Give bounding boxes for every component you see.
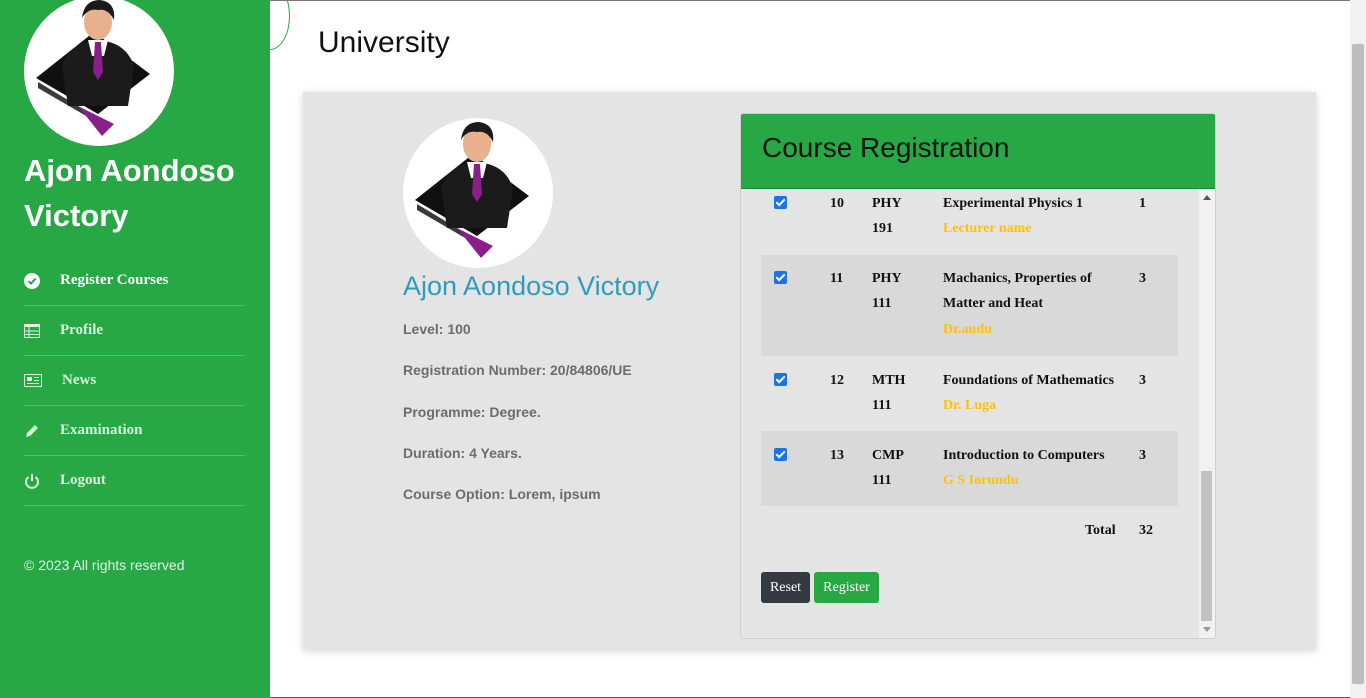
course-number: 13 [830, 448, 844, 463]
profile-course-option: Course Option: Lorem, ipsum [403, 486, 601, 503]
course-row: 11 PHY 111 Machanics, Properties of Matt… [761, 255, 1178, 356]
course-registration-panel: Course Registration 10 PHY 191 Experimen… [740, 113, 1216, 639]
course-registration-title: Course Registration [762, 132, 1010, 163]
total-row: Total 32 [761, 518, 1178, 543]
course-checkbox[interactable] [774, 448, 787, 461]
course-code: CMP [872, 448, 904, 463]
total-value: 32 [1139, 523, 1153, 538]
newspaper-icon [24, 374, 62, 387]
profile-level: Level: 100 [403, 321, 471, 337]
power-icon [24, 473, 60, 489]
scrollbar-thumb[interactable] [1201, 471, 1212, 621]
course-checkbox[interactable] [774, 196, 787, 209]
profile-duration: Duration: 4 Years. [403, 444, 522, 461]
sidebar-item-profile[interactable]: Profile [24, 306, 245, 356]
sidebar-item-register-courses[interactable]: Register Courses [24, 256, 245, 306]
course-row: 10 PHY 191 Experimental Physics 1 Lectur… [761, 189, 1178, 255]
course-units: 3 [1139, 373, 1146, 388]
course-code: PHY [872, 271, 902, 286]
course-lecturer: Dr. Luga [943, 398, 997, 413]
course-title: Machanics, Properties of [943, 271, 1092, 286]
check-circle-icon [24, 272, 60, 289]
sidebar-item-examination[interactable]: Examination [24, 406, 245, 456]
course-checkbox[interactable] [774, 271, 787, 284]
course-title: Introduction to Computers [943, 448, 1105, 463]
course-registration-header: Course Registration [741, 114, 1215, 189]
total-label: Total [1085, 523, 1116, 538]
course-checkbox[interactable] [774, 373, 787, 386]
main-card: Ajon Aondoso Victory Level: 100 Registra… [303, 92, 1316, 649]
sidebar-item-logout[interactable]: Logout [24, 456, 245, 506]
sidebar-item-label: Profile [60, 322, 104, 338]
sidebar-avatar [24, 0, 174, 146]
course-units: 1 [1139, 196, 1146, 211]
course-row: 13 CMP 111 Introduction to Computers G S… [761, 431, 1178, 506]
profile-reg-number: Registration Number: 20/84806/UE [403, 362, 632, 379]
course-list-scrollbar[interactable] [1199, 189, 1215, 638]
register-button[interactable]: Register [814, 572, 879, 603]
scroll-down-icon[interactable] [1203, 627, 1211, 632]
course-code-number: 111 [872, 296, 892, 311]
course-number: 10 [830, 196, 844, 211]
course-list: 10 PHY 191 Experimental Physics 1 Lectur… [741, 189, 1199, 638]
reset-button[interactable]: Reset [761, 572, 810, 603]
course-units: 3 [1139, 448, 1146, 463]
course-code: PHY [872, 196, 902, 211]
sidebar-menu: Register Courses Profile News Examinatio… [24, 256, 245, 506]
sidebar-footer: © 2023 All rights reserved [24, 557, 185, 573]
table-icon [24, 323, 60, 338]
sidebar-item-label: Register Courses [60, 272, 169, 288]
sidebar-item-label: News [62, 372, 97, 388]
sidebar-item-news[interactable]: News [24, 356, 245, 406]
course-lecturer: Lecturer name [943, 221, 1032, 236]
profile-programme: Programme: Degree. [403, 403, 541, 420]
course-row: 12 MTH 111 Foundations of Mathematics Dr… [761, 356, 1178, 431]
top-divider [270, 0, 1350, 1]
profile-name: Ajon Aondoso Victory [403, 271, 660, 301]
sidebar-item-label: Examination [60, 422, 143, 438]
profile-info: Level: 100 Registration Number: 20/84806… [403, 321, 632, 527]
course-lecturer: G S Iorundu [943, 473, 1019, 488]
course-lecturer: Dr.audu [943, 322, 992, 337]
sidebar-item-label: Logout [60, 472, 106, 488]
course-number: 12 [830, 373, 844, 388]
sidebar-user-name: Ajon Aondoso Victory [24, 153, 235, 233]
course-code-number: 191 [872, 221, 893, 236]
profile-avatar [403, 118, 553, 268]
sidebar: Ajon Aondoso Victory Register Courses Pr… [0, 0, 270, 698]
course-code: MTH [872, 373, 906, 388]
course-title: Foundations of Mathematics [943, 373, 1115, 388]
course-units: 3 [1139, 271, 1146, 286]
scroll-up-icon[interactable] [1203, 195, 1211, 200]
course-title: Experimental Physics 1 [943, 196, 1083, 211]
pencil-icon [24, 423, 60, 439]
page-scrollbar[interactable] [1350, 0, 1366, 698]
page-scrollbar-thumb[interactable] [1352, 44, 1364, 684]
course-number: 11 [830, 271, 844, 286]
course-title-line2: Matter and Heat [943, 296, 1044, 311]
page-title: University [318, 26, 450, 59]
course-code-number: 111 [872, 398, 892, 413]
course-code-number: 111 [872, 473, 892, 488]
